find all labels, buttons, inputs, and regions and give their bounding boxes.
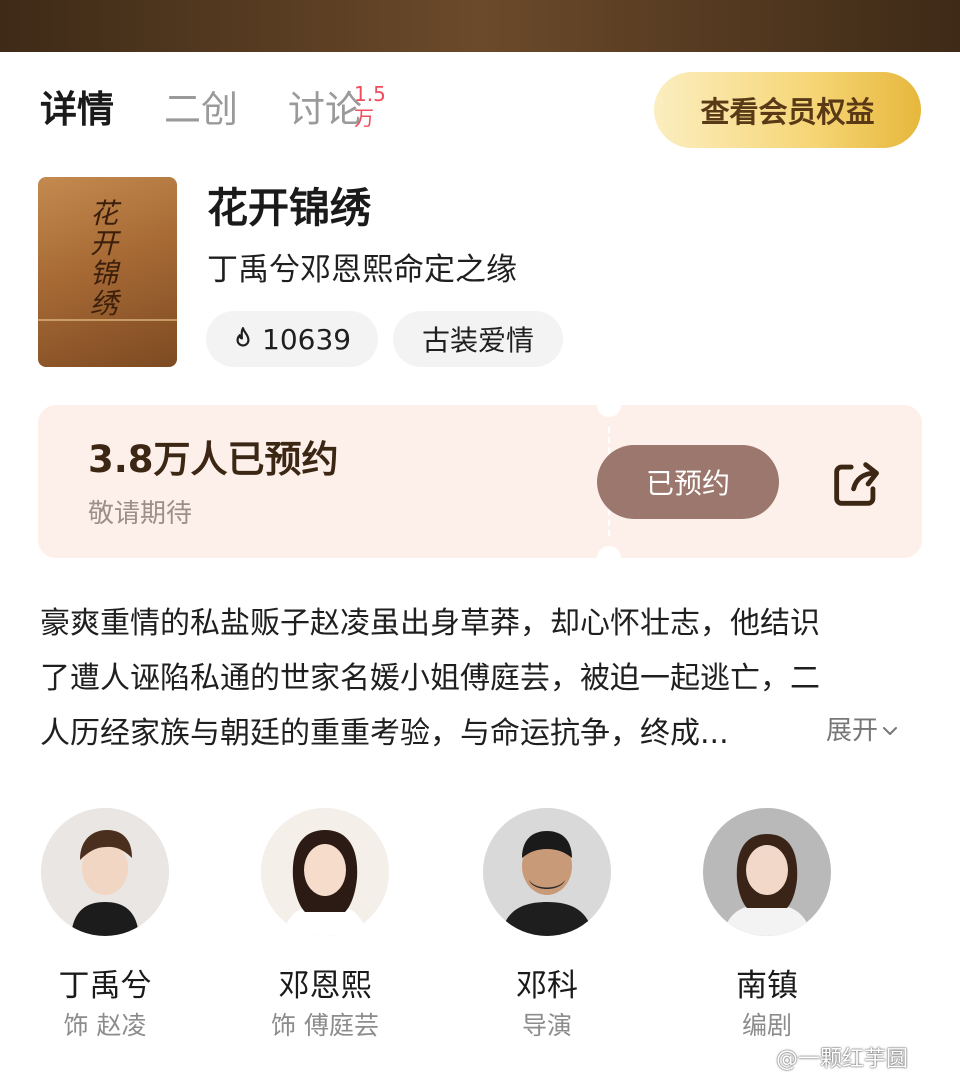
cast-member[interactable]: 邓恩熙 饰 傅庭芸 — [260, 808, 390, 1044]
reservation-count: 3.8万人已预约 — [88, 438, 339, 481]
discussion-count-badge: 1.5万 — [354, 82, 386, 130]
cast-role: 饰 赵凌 — [63, 1011, 147, 1040]
cast-role: 导演 — [521, 1011, 572, 1040]
genre-label: 古装爱情 — [421, 324, 534, 357]
cast-name: 南镇 — [736, 968, 798, 1004]
heat-chip[interactable]: 10639 — [206, 311, 378, 367]
synopsis-line: 豪爽重情的私盐贩子赵凌虽出身草莽，却心怀壮志，他结识 — [40, 606, 820, 641]
synopsis-line: 了遭人诬陷私通的世家名媛小姐傅庭芸，被迫一起逃亡，二 — [40, 661, 820, 696]
flame-icon — [236, 327, 250, 347]
show-subtitle: 丁禹兮邓恩熙命定之缘 — [207, 252, 517, 288]
show-title: 花开锦绣 — [207, 184, 371, 232]
watermark: @一颗红芋圆 — [776, 1047, 909, 1072]
tab-creations[interactable]: 二创 — [164, 80, 238, 140]
cast-name: 邓科 — [516, 968, 578, 1004]
cast-member[interactable]: 丁禹兮 饰 赵凌 — [40, 808, 170, 1044]
vip-benefits-button[interactable]: 查看会员权益 — [654, 72, 921, 148]
avatar — [483, 808, 611, 936]
cast-name: 丁禹兮 — [58, 968, 152, 1004]
reservation-note: 敬请期待 — [88, 499, 193, 529]
avatar — [41, 808, 169, 936]
synopsis-line: 人历经家族与朝廷的重重考验，与命运抗争，终成... — [40, 716, 729, 751]
cast-role: 编剧 — [741, 1011, 792, 1040]
tab-discussion[interactable]: 讨论 1.5万 — [288, 80, 386, 140]
cast-role: 饰 傅庭芸 — [271, 1011, 379, 1040]
cast-name: 邓恩熙 — [278, 968, 372, 1004]
synopsis: 豪爽重情的私盐贩子赵凌虽出身草莽，却心怀壮志，他结识 了遭人诬陷私通的世家名媛小… — [40, 596, 920, 761]
booking-card: 3.8万人已预约 敬请期待 已预约 — [38, 393, 922, 570]
avatar — [261, 808, 389, 936]
expand-button[interactable]: 展开 — [826, 706, 900, 756]
cast-member[interactable]: 南镇 编剧 — [702, 808, 832, 1044]
tab-bar: 详情 二创 讨论 1.5万 — [40, 80, 412, 140]
avatar — [703, 808, 831, 936]
share-icon[interactable] — [827, 455, 885, 513]
show-poster[interactable]: 花开锦绣 — [38, 177, 177, 367]
tab-details[interactable]: 详情 — [40, 80, 114, 140]
genre-chip[interactable]: 古装爱情 — [393, 311, 563, 367]
poster-decoration — [38, 319, 177, 321]
cast-member[interactable]: 邓科 导演 — [482, 808, 612, 1044]
reserved-button[interactable]: 已预约 — [597, 445, 779, 519]
chevron-down-icon — [883, 727, 898, 735]
heat-value: 10639 — [262, 322, 352, 356]
poster-title: 花开锦绣 — [90, 197, 119, 320]
top-banner — [0, 0, 960, 52]
